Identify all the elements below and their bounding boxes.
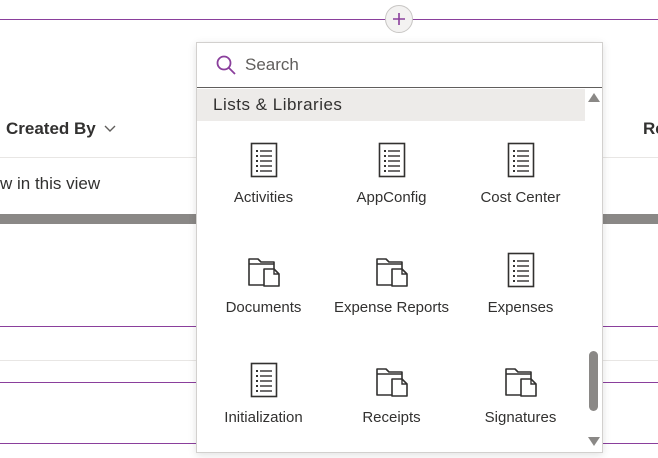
group-header-lists-libraries: Lists & Libraries (197, 89, 585, 121)
list-icon (504, 251, 538, 289)
tile-receipts[interactable]: Receipts (327, 351, 456, 451)
tile-label: Receipts (362, 409, 421, 426)
tile-activities[interactable]: Activities (199, 131, 328, 231)
list-icon (247, 361, 281, 399)
column-header-created-by[interactable]: Created By (6, 119, 116, 139)
search-box[interactable] (197, 43, 602, 88)
scrollbar-thumb[interactable] (589, 351, 598, 411)
tile-label: AppConfig (356, 189, 427, 206)
list-icon (504, 141, 538, 179)
tile-label: Expenses (487, 299, 554, 316)
plus-icon (393, 13, 405, 25)
list-icon (375, 141, 409, 179)
web-part-picker-panel: Lists & Libraries Activities AppConfig C… (196, 42, 603, 453)
library-icon (504, 361, 538, 399)
scroll-down-arrow-icon[interactable] (588, 437, 600, 446)
section-divider-top (0, 19, 658, 20)
tile-label: Expense Reports (333, 299, 450, 316)
tile-appconfig[interactable]: AppConfig (327, 131, 456, 231)
tile-label: Initialization (224, 409, 303, 426)
search-input[interactable] (245, 53, 585, 77)
column-header-partial[interactable]: Re (643, 119, 658, 139)
tile-label: Cost Center (480, 189, 561, 206)
list-icon (247, 141, 281, 179)
tile-signatures[interactable]: Signatures (456, 351, 585, 451)
add-section-button[interactable] (385, 5, 413, 33)
column-header-label: Created By (6, 119, 96, 138)
library-icon (375, 251, 409, 289)
library-icon (247, 251, 281, 289)
empty-view-message: w in this view (0, 174, 101, 193)
vertical-scrollbar[interactable] (585, 89, 602, 451)
search-icon (216, 55, 236, 75)
tile-label: Documents (225, 299, 302, 316)
tile-cost-center[interactable]: Cost Center (456, 131, 585, 231)
tile-initialization[interactable]: Initialization (199, 351, 328, 451)
library-icon (375, 361, 409, 399)
tile-expenses[interactable]: Expenses (456, 241, 585, 341)
tile-expense-reports[interactable]: Expense Reports (327, 241, 456, 341)
tile-label: Signatures (484, 409, 557, 426)
scroll-up-arrow-icon[interactable] (588, 93, 600, 102)
chevron-down-icon (104, 125, 116, 132)
tile-label: Activities (233, 189, 294, 206)
tile-documents[interactable]: Documents (199, 241, 328, 341)
